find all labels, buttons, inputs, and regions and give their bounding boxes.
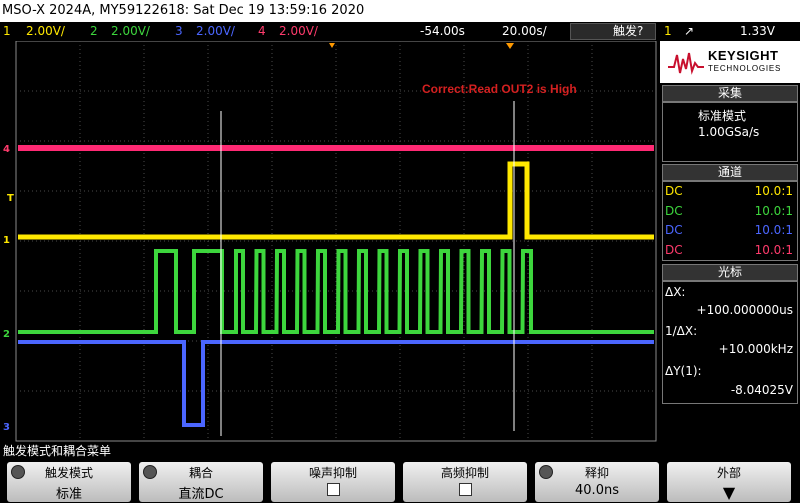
- softkey-value: 标准: [55, 487, 82, 502]
- cursors-header: 光标: [662, 264, 798, 281]
- softkey-hf-reject[interactable]: 高频抑制: [403, 462, 527, 502]
- softkey-trigger-mode[interactable]: 触发模式 标准: [7, 462, 131, 502]
- trigger-level-marker: T: [7, 193, 14, 204]
- softkey-coupling[interactable]: 耦合 直流DC: [139, 462, 263, 502]
- ch2-number[interactable]: 2: [90, 22, 98, 41]
- softkey-label: 高频抑制: [440, 466, 489, 480]
- ch4-marker: 4: [3, 144, 10, 155]
- softkey-noise-reject[interactable]: 噪声抑制: [271, 462, 395, 502]
- ch1-scale[interactable]: 2.00V/: [26, 22, 65, 41]
- ch3-marker: 3: [3, 422, 10, 433]
- checkbox-icon[interactable]: [403, 483, 527, 500]
- softkey-label: 噪声抑制: [308, 466, 357, 480]
- ch2-coupling: DC: [665, 204, 683, 218]
- trigger-edge-icon: ↗: [684, 24, 695, 38]
- softkey-value: 直流DC: [178, 487, 224, 502]
- ch3-number[interactable]: 3: [175, 22, 183, 41]
- cursor-dy-value: -8.04025V: [730, 383, 793, 397]
- trigger-level[interactable]: 1.33V: [740, 22, 775, 41]
- status-bar: 1 2.00V/ 2 2.00V/ 3 2.00V/ 4 2.00V/ -54.…: [0, 22, 800, 41]
- logo-name: KEYSIGHT: [708, 48, 779, 63]
- cursor-inv-label: 1/ΔX:: [665, 324, 698, 338]
- ch1-probe: 10.0:1: [754, 184, 793, 198]
- cursor-dx-value: +100.000000us: [696, 303, 793, 317]
- softkey-label: 耦合: [188, 466, 213, 480]
- window-title: MSO-X 2024A, MY59122618: Sat Dec 19 13:5…: [0, 0, 800, 22]
- softkey-label: 外部: [716, 466, 741, 480]
- cursor-inv-value: +10.000kHz: [718, 342, 793, 356]
- channels-panel[interactable]: DC 10.0:1 DC 10.0:1 DC 10.0:1 DC 10.0:1: [662, 181, 798, 261]
- ch2-marker: 2: [3, 329, 10, 340]
- acquire-rate: 1.00GSa/s: [698, 125, 760, 139]
- ch4-scale[interactable]: 2.00V/: [279, 22, 318, 41]
- keysight-wave-icon: [668, 52, 704, 75]
- down-arrow-icon: ▼: [722, 483, 736, 502]
- waveform-display[interactable]: 4 T 1 2 3: [0, 41, 660, 442]
- cursor-dx-label: ΔX:: [665, 285, 686, 299]
- ch4-coupling: DC: [665, 243, 683, 257]
- trigger-label: 触发?: [613, 24, 644, 38]
- annotation-text: Correct:Read OUT2 is High: [422, 82, 577, 96]
- ch2-scale[interactable]: 2.00V/: [111, 22, 150, 41]
- ch2-probe: 10.0:1: [754, 204, 793, 218]
- softkey-label: 触发模式: [44, 466, 93, 480]
- logo-sub: TECHNOLOGIES: [708, 64, 782, 73]
- time-scale[interactable]: 20.00s/: [502, 22, 547, 41]
- checkbox-icon[interactable]: [271, 483, 395, 500]
- cursors-panel[interactable]: ΔX: +100.000000us 1/ΔX: +10.000kHz ΔY(1)…: [662, 281, 798, 404]
- ch1-coupling: DC: [665, 184, 683, 198]
- trigger-channel[interactable]: 1: [664, 22, 672, 41]
- menu-title: 触发模式和耦合菜单: [3, 444, 112, 458]
- softkey-label: 释抑: [584, 466, 609, 480]
- keysight-logo: KEYSIGHT TECHNOLOGIES: [660, 41, 800, 83]
- trigger-status-box[interactable]: 触发?: [570, 23, 656, 40]
- softkey-value: 40.0ns: [575, 483, 619, 498]
- acquire-panel[interactable]: 标准模式 1.00GSa/s: [662, 102, 798, 162]
- softkey-holdoff[interactable]: 释抑 40.0ns: [535, 462, 659, 502]
- ch3-coupling: DC: [665, 223, 683, 237]
- ch4-probe: 10.0:1: [754, 243, 793, 257]
- ch3-probe: 10.0:1: [754, 223, 793, 237]
- acquire-header: 采集: [662, 85, 798, 102]
- cursor-dy-label: ΔY(1):: [665, 364, 702, 378]
- ch1-marker: 1: [3, 235, 10, 246]
- channels-header: 通道: [662, 164, 798, 181]
- ch1-number[interactable]: 1: [3, 22, 11, 41]
- ch4-waveform: [18, 145, 654, 151]
- ch3-scale[interactable]: 2.00V/: [196, 22, 235, 41]
- ch4-number[interactable]: 4: [258, 22, 266, 41]
- softkey-bar: 触发模式 标准 耦合 直流DC 噪声抑制 高频抑制 释抑 40.0ns 外部 ▼: [0, 462, 800, 503]
- time-offset[interactable]: -54.00s: [420, 22, 465, 41]
- softkey-external[interactable]: 外部 ▼: [667, 462, 791, 502]
- acquire-mode: 标准模式: [698, 109, 747, 123]
